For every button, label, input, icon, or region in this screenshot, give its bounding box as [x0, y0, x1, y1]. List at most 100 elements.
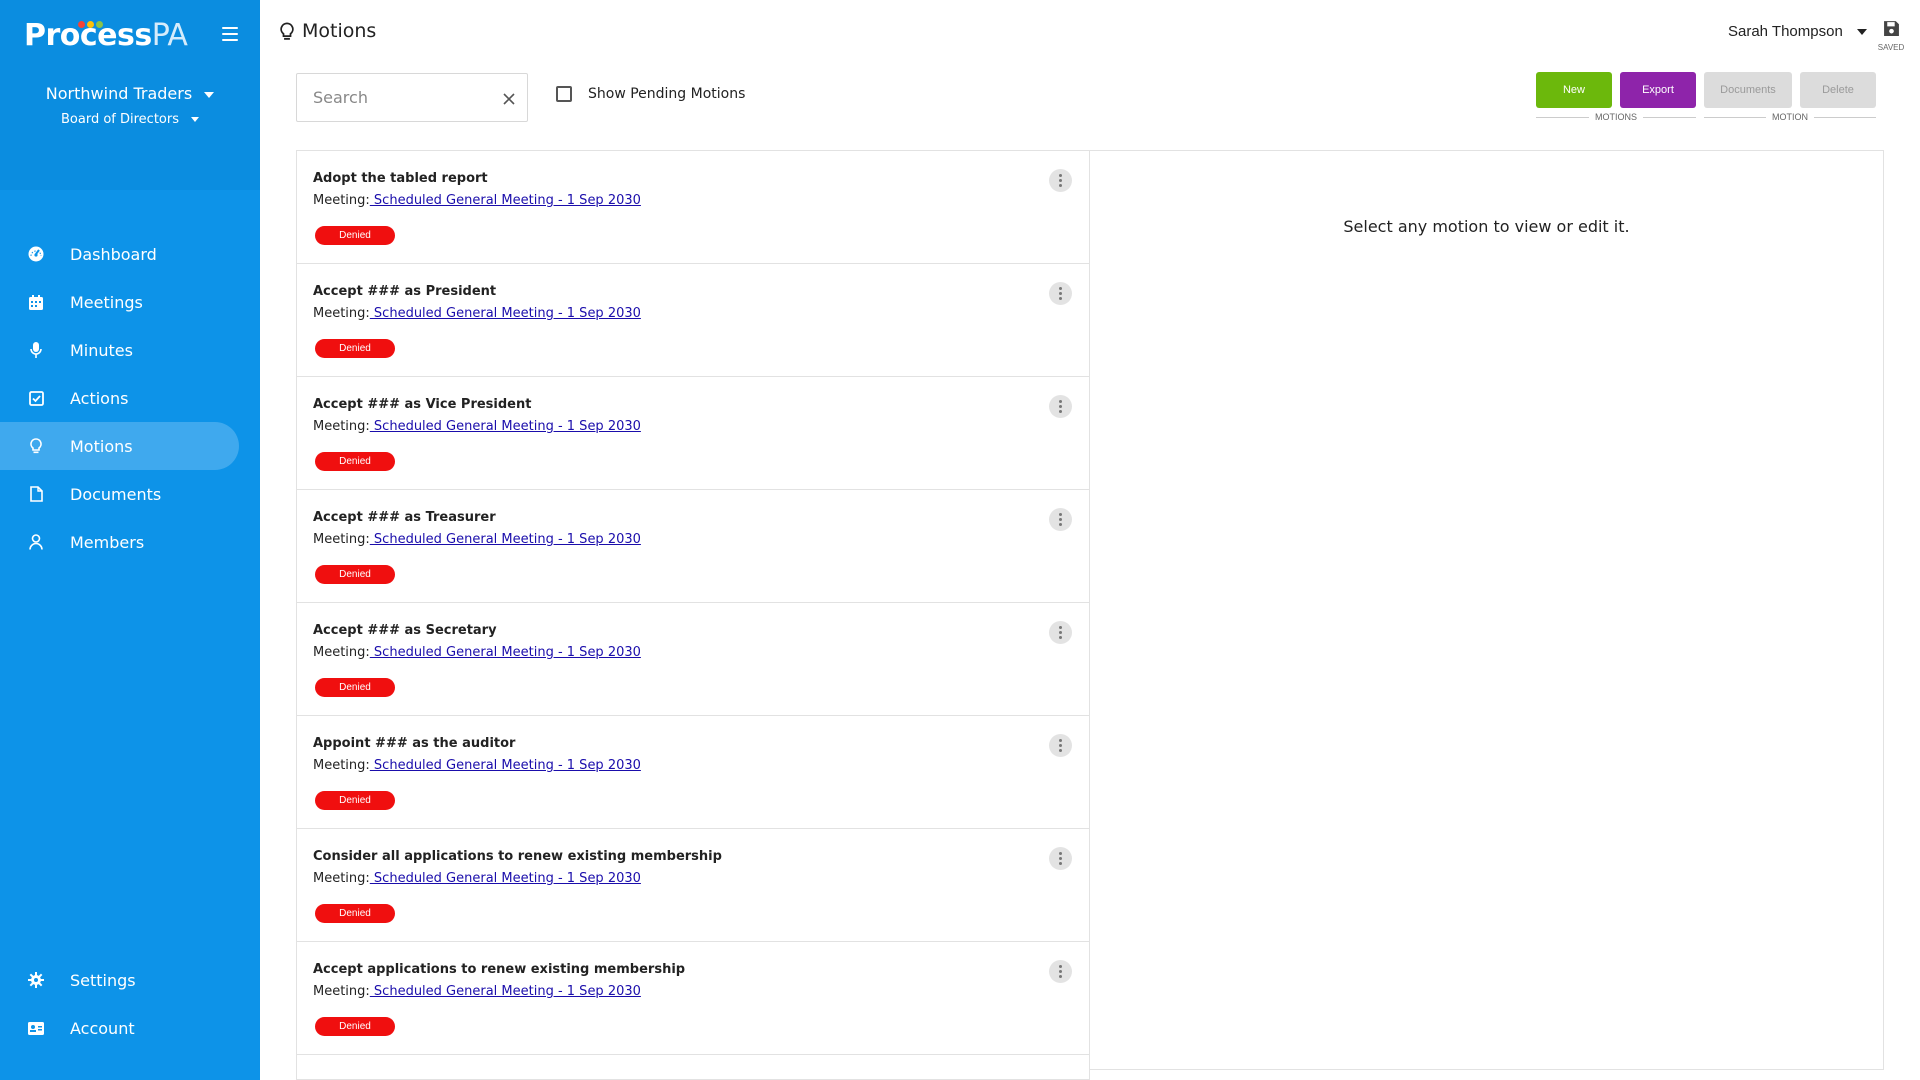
microphone-icon [28, 342, 44, 358]
meeting-prefix: Meeting: [313, 532, 370, 547]
sidebar-item-members[interactable]: Members [0, 518, 260, 566]
meeting-prefix: Meeting: [313, 419, 370, 434]
motion-title: Appoint ### as the auditor [313, 736, 516, 751]
meeting-link[interactable]: Scheduled General Meeting - 1 Sep 2030 [370, 532, 641, 547]
meeting-link[interactable]: Scheduled General Meeting - 1 Sep 2030 [370, 645, 641, 660]
motion-meeting: Meeting: Scheduled General Meeting - 1 S… [313, 193, 641, 208]
list-item[interactable]: Appoint ### as the auditor Meeting: Sche… [297, 716, 1089, 829]
sidebar-item-account[interactable]: Account [0, 1004, 260, 1052]
sidebar-item-label: Account [70, 1018, 135, 1038]
app-logo[interactable]: ProcessPA [24, 18, 188, 53]
more-options-icon[interactable] [1049, 395, 1072, 418]
sidebar-bottom-nav: Settings Account [0, 956, 260, 1052]
show-pending-label: Show Pending Motions [588, 86, 746, 102]
motions-list: Adopt the tabled report Meeting: Schedul… [296, 150, 1090, 1080]
motion-detail-panel: Select any motion to view or edit it. [1089, 150, 1884, 1070]
organization-name: Northwind Traders [45, 84, 193, 103]
status-badge: Denied [315, 452, 395, 471]
motion-group-text: MOTION [1772, 112, 1808, 122]
motion-meeting: Meeting: Scheduled General Meeting - 1 S… [313, 306, 641, 321]
list-item[interactable]: Accept ### as Vice President Meeting: Sc… [297, 377, 1089, 490]
motion-meeting: Meeting: Scheduled General Meeting - 1 S… [313, 871, 641, 886]
organization-selector[interactable]: Northwind Traders [0, 84, 260, 103]
sidebar-item-label: Meetings [70, 292, 143, 312]
empty-state-message: Select any motion to view or edit it. [1343, 217, 1630, 236]
meeting-link[interactable]: Scheduled General Meeting - 1 Sep 2030 [370, 984, 641, 999]
sidebar-item-actions[interactable]: Actions [0, 374, 260, 422]
motion-group-label: MOTION [1704, 112, 1876, 122]
committee-selector[interactable]: Board of Directors [0, 112, 260, 127]
meeting-link[interactable]: Scheduled General Meeting - 1 Sep 2030 [370, 758, 641, 773]
list-item[interactable]: Accept applications to renew existing me… [297, 942, 1089, 1055]
list-item[interactable]: Accept ### as Treasurer Meeting: Schedul… [297, 490, 1089, 603]
dashboard-icon [28, 246, 44, 262]
delete-button[interactable]: Delete [1800, 72, 1876, 108]
more-options-icon[interactable] [1049, 621, 1072, 644]
new-button[interactable]: New [1536, 72, 1612, 108]
status-badge: Denied [315, 791, 395, 810]
list-item[interactable]: Accept ### as President Meeting: Schedul… [297, 264, 1089, 377]
motion-title: Accept ### as Vice President [313, 397, 532, 412]
sidebar-item-dashboard[interactable]: Dashboard [0, 230, 260, 278]
documents-button[interactable]: Documents [1704, 72, 1792, 108]
status-badge: Denied [315, 226, 395, 245]
motion-meeting: Meeting: Scheduled General Meeting - 1 S… [313, 758, 641, 773]
motion-meeting: Meeting: Scheduled General Meeting - 1 S… [313, 419, 641, 434]
logo-suffix-text: PA [151, 18, 188, 53]
menu-toggle-icon[interactable] [222, 27, 238, 41]
export-button[interactable]: Export [1620, 72, 1696, 108]
meeting-prefix: Meeting: [313, 984, 370, 999]
sidebar-item-settings[interactable]: Settings [0, 956, 260, 1004]
sidebar-item-documents[interactable]: Documents [0, 470, 260, 518]
status-badge: Denied [315, 565, 395, 584]
sidebar-nav: Dashboard Meetings Minutes Actions Motio… [0, 230, 260, 566]
gear-icon [28, 972, 44, 988]
more-options-icon[interactable] [1049, 169, 1072, 192]
chevron-down-icon [204, 91, 215, 98]
meeting-link[interactable]: Scheduled General Meeting - 1 Sep 2030 [370, 306, 641, 321]
motion-title: Accept ### as Treasurer [313, 510, 496, 525]
sidebar-item-label: Dashboard [70, 244, 157, 264]
meeting-prefix: Meeting: [313, 193, 370, 208]
user-menu[interactable]: Sarah Thompson [1728, 23, 1867, 40]
list-item[interactable]: Adopt the tabled report Meeting: Schedul… [297, 151, 1089, 264]
meeting-link[interactable]: Scheduled General Meeting - 1 Sep 2030 [370, 871, 641, 886]
more-options-icon[interactable] [1049, 734, 1072, 757]
id-card-icon [28, 1020, 44, 1036]
logo-main-text: Process [24, 18, 152, 53]
motions-group-text: MOTIONS [1595, 112, 1637, 122]
save-icon [1883, 21, 1899, 36]
user-name: Sarah Thompson [1728, 23, 1843, 40]
lightbulb-icon [280, 21, 294, 40]
saved-label: SAVED [1877, 43, 1905, 52]
motion-meeting: Meeting: Scheduled General Meeting - 1 S… [313, 984, 641, 999]
sidebar-item-meetings[interactable]: Meetings [0, 278, 260, 326]
sidebar-item-label: Documents [70, 484, 162, 504]
sidebar-item-minutes[interactable]: Minutes [0, 326, 260, 374]
list-item[interactable]: Consider all applications to renew exist… [297, 829, 1089, 942]
page-title-text: Motions [302, 20, 377, 42]
more-options-icon[interactable] [1049, 960, 1072, 983]
sidebar-item-motions[interactable]: Motions [0, 422, 239, 470]
meeting-prefix: Meeting: [313, 871, 370, 886]
close-icon[interactable] [503, 90, 515, 109]
more-options-icon[interactable] [1049, 508, 1072, 531]
sidebar: ProcessPA Northwind Traders Board of Dir… [0, 0, 260, 1080]
chevron-down-icon [191, 117, 199, 122]
motion-meeting: Meeting: Scheduled General Meeting - 1 S… [313, 645, 641, 660]
calendar-icon [28, 294, 44, 310]
motion-title: Adopt the tabled report [313, 171, 488, 186]
search-input[interactable] [297, 74, 477, 121]
status-badge: Denied [315, 904, 395, 923]
show-pending-checkbox[interactable] [556, 86, 572, 102]
meeting-link[interactable]: Scheduled General Meeting - 1 Sep 2030 [370, 193, 641, 208]
motion-title: Accept ### as Secretary [313, 623, 497, 638]
more-options-icon[interactable] [1049, 847, 1072, 870]
status-badge: Denied [315, 1017, 395, 1036]
meeting-link[interactable]: Scheduled General Meeting - 1 Sep 2030 [370, 419, 641, 434]
list-item[interactable]: Accept ### as Secretary Meeting: Schedul… [297, 603, 1089, 716]
show-pending-toggle[interactable]: Show Pending Motions [556, 86, 745, 102]
motion-title: Accept ### as President [313, 284, 497, 299]
more-options-icon[interactable] [1049, 282, 1072, 305]
meeting-prefix: Meeting: [313, 645, 370, 660]
